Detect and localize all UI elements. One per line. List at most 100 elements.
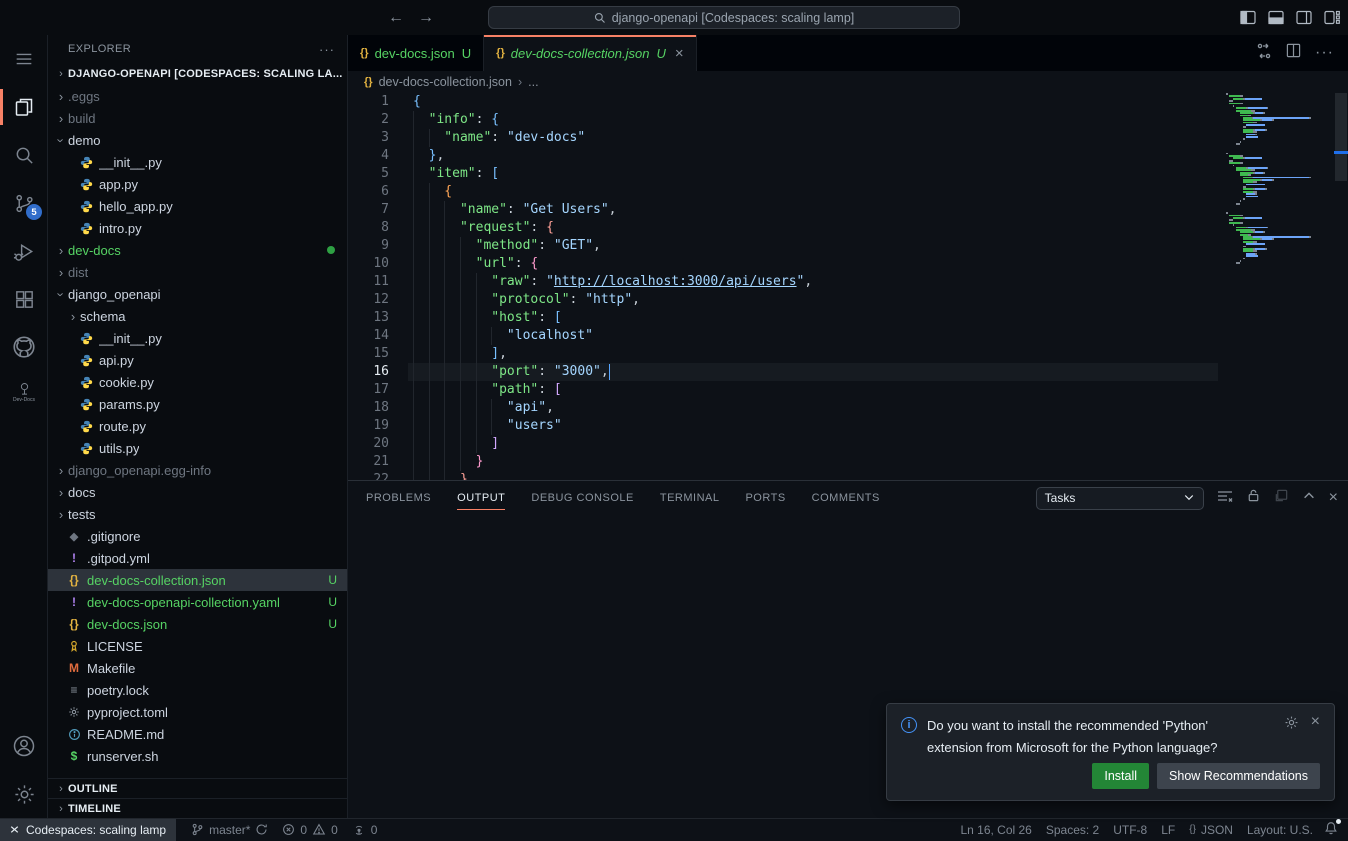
- back-icon[interactable]: ←: [388, 9, 404, 27]
- tree-file-params.py[interactable]: params.py: [48, 393, 347, 415]
- tree-file-__init__.py[interactable]: __init__.py: [48, 327, 347, 349]
- tree-file-pyproject.toml[interactable]: pyproject.toml: [48, 701, 347, 723]
- explorer-more-actions-icon[interactable]: ···: [319, 42, 335, 57]
- activity-dev-docs-extension-icon[interactable]: Dev-Docs: [0, 371, 48, 413]
- clear-output-icon[interactable]: [1217, 488, 1233, 509]
- encoding-item[interactable]: UTF-8: [1106, 819, 1154, 841]
- timeline-section[interactable]: ›TIMELINE: [48, 798, 347, 818]
- tab-close-icon[interactable]: ×: [675, 46, 684, 61]
- close-panel-icon[interactable]: ×: [1329, 489, 1338, 507]
- code-line-6[interactable]: 6 {: [348, 183, 1218, 201]
- code-line-14[interactable]: 14 "localhost": [348, 327, 1218, 345]
- code-line-20[interactable]: 20 ]: [348, 435, 1218, 453]
- minimap[interactable]: [1226, 93, 1326, 272]
- activity-extensions-icon[interactable]: [0, 275, 48, 323]
- code-line-3[interactable]: 3 "name": "dev-docs": [348, 129, 1218, 147]
- activity-github-icon[interactable]: [0, 323, 48, 371]
- tree-file-app.py[interactable]: app.py: [48, 173, 347, 195]
- panel-tab-debug-console[interactable]: DEBUG CONSOLE: [531, 481, 633, 515]
- editor-tab-dev-docs-collection.json[interactable]: {}dev-docs-collection.jsonU×: [484, 35, 696, 71]
- indentation-item[interactable]: Spaces: 2: [1039, 819, 1106, 841]
- editor-scrollbar[interactable]: [1334, 93, 1348, 480]
- tree-folder-django_openapi.egg-info[interactable]: ›django_openapi.egg-info: [48, 459, 347, 481]
- editor-tab-dev-docs.json[interactable]: {}dev-docs.jsonU: [348, 35, 484, 71]
- tree-file-runserver.sh[interactable]: $runserver.sh: [48, 745, 347, 767]
- tree-folder-django_openapi[interactable]: ›django_openapi: [48, 283, 347, 305]
- tree-folder-.eggs[interactable]: ›.eggs: [48, 85, 347, 107]
- code-line-7[interactable]: 7 "name": "Get Users",: [348, 201, 1218, 219]
- maximize-panel-icon[interactable]: [1302, 489, 1316, 508]
- code-line-13[interactable]: 13 "host": [: [348, 309, 1218, 327]
- panel-tab-terminal[interactable]: TERMINAL: [660, 481, 720, 515]
- tree-folder-docs[interactable]: ›docs: [48, 481, 347, 503]
- tree-file-dev-docs-openapi-collection.yaml[interactable]: !dev-docs-openapi-collection.yamlU: [48, 591, 347, 613]
- tree-file-route.py[interactable]: route.py: [48, 415, 347, 437]
- code-line-4[interactable]: 4 },: [348, 147, 1218, 165]
- code-line-18[interactable]: 18 "api",: [348, 399, 1218, 417]
- cursor-position-item[interactable]: Ln 16, Col 26: [953, 819, 1038, 841]
- customize-layout-icon[interactable]: [1324, 10, 1340, 25]
- show-recommendations-button[interactable]: Show Recommendations: [1157, 763, 1320, 789]
- code-line-12[interactable]: 12 "protocol": "http",: [348, 291, 1218, 309]
- tree-file-hello_app.py[interactable]: hello_app.py: [48, 195, 347, 217]
- open-changes-icon[interactable]: [1256, 43, 1272, 64]
- outline-section[interactable]: ›OUTLINE: [48, 778, 347, 798]
- remote-indicator[interactable]: Codespaces: scaling lamp: [0, 819, 176, 841]
- tree-file-utils.py[interactable]: utils.py: [48, 437, 347, 459]
- code-line-16[interactable]: 16 "port": "3000",: [348, 363, 1218, 381]
- code-line-5[interactable]: 5 "item": [: [348, 165, 1218, 183]
- activity-accounts-icon[interactable]: [0, 722, 48, 770]
- workspace-root-header[interactable]: › DJANGO-OPENAPI [CODESPACES: SCALING LA…: [48, 63, 347, 85]
- eol-item[interactable]: LF: [1154, 819, 1182, 841]
- lock-panel-icon[interactable]: [1246, 488, 1261, 508]
- forward-icon[interactable]: →: [418, 9, 434, 27]
- code-line-2[interactable]: 2 "info": {: [348, 111, 1218, 129]
- output-channel-select[interactable]: Tasks: [1036, 487, 1204, 510]
- panel-tab-output[interactable]: OUTPUT: [457, 481, 505, 515]
- panel-tab-comments[interactable]: COMMENTS: [812, 481, 880, 515]
- tree-folder-build[interactable]: ›build: [48, 107, 347, 129]
- command-center[interactable]: django-openapi [Codespaces: scaling lamp…: [488, 6, 960, 29]
- tree-file-__init__.py[interactable]: __init__.py: [48, 151, 347, 173]
- tree-file-dev-docs-collection.json[interactable]: {}dev-docs-collection.jsonU: [48, 569, 347, 591]
- tree-file-Makefile[interactable]: MMakefile: [48, 657, 347, 679]
- language-mode-item[interactable]: {} JSON: [1182, 819, 1240, 841]
- code-line-1[interactable]: 1{: [348, 93, 1218, 111]
- activity-source-control-icon[interactable]: 5: [0, 179, 48, 227]
- tree-folder-dev-docs[interactable]: ›dev-docs: [48, 239, 347, 261]
- breadcrumb[interactable]: {} dev-docs-collection.json › ...: [348, 71, 1348, 93]
- tree-file-README.md[interactable]: README.md: [48, 723, 347, 745]
- tree-folder-schema[interactable]: ›schema: [48, 305, 347, 327]
- toggle-panel-icon[interactable]: [1268, 10, 1284, 25]
- activity-explorer-icon[interactable]: [0, 83, 48, 131]
- git-branch-item[interactable]: master*: [184, 819, 275, 841]
- code-line-8[interactable]: 8 "request": {: [348, 219, 1218, 237]
- tree-file-LICENSE[interactable]: LICENSE: [48, 635, 347, 657]
- more-actions-icon[interactable]: ···: [1315, 44, 1334, 62]
- code-line-9[interactable]: 9 "method": "GET",: [348, 237, 1218, 255]
- code-line-15[interactable]: 15 ],: [348, 345, 1218, 363]
- notification-settings-icon[interactable]: [1284, 715, 1299, 759]
- code-editor[interactable]: 1{2 "info": {3 "name": "dev-docs"4 },5 "…: [348, 93, 1348, 480]
- split-editor-icon[interactable]: [1286, 43, 1301, 63]
- code-line-19[interactable]: 19 "users": [348, 417, 1218, 435]
- activity-menu-icon[interactable]: [0, 35, 48, 83]
- tree-file-.gitignore[interactable]: ◆.gitignore: [48, 525, 347, 547]
- tree-file-intro.py[interactable]: intro.py: [48, 217, 347, 239]
- toggle-secondary-sidebar-icon[interactable]: [1296, 10, 1312, 25]
- problems-item[interactable]: 0 0: [275, 819, 344, 841]
- toggle-sidebar-icon[interactable]: [1240, 10, 1256, 25]
- tree-file-api.py[interactable]: api.py: [48, 349, 347, 371]
- activity-settings-icon[interactable]: [0, 770, 48, 818]
- keyboard-layout-item[interactable]: Layout: U.S.: [1240, 819, 1320, 841]
- code-line-21[interactable]: 21 }: [348, 453, 1218, 471]
- code-line-17[interactable]: 17 "path": [: [348, 381, 1218, 399]
- notifications-bell-icon[interactable]: [1324, 821, 1338, 838]
- panel-tab-ports[interactable]: PORTS: [745, 481, 785, 515]
- tree-folder-demo[interactable]: ›demo: [48, 129, 347, 151]
- tree-file-cookie.py[interactable]: cookie.py: [48, 371, 347, 393]
- tree-file-poetry.lock[interactable]: ≡poetry.lock: [48, 679, 347, 701]
- open-output-in-editor-icon[interactable]: [1274, 488, 1289, 508]
- ports-item[interactable]: 0: [345, 819, 385, 841]
- activity-search-icon[interactable]: [0, 131, 48, 179]
